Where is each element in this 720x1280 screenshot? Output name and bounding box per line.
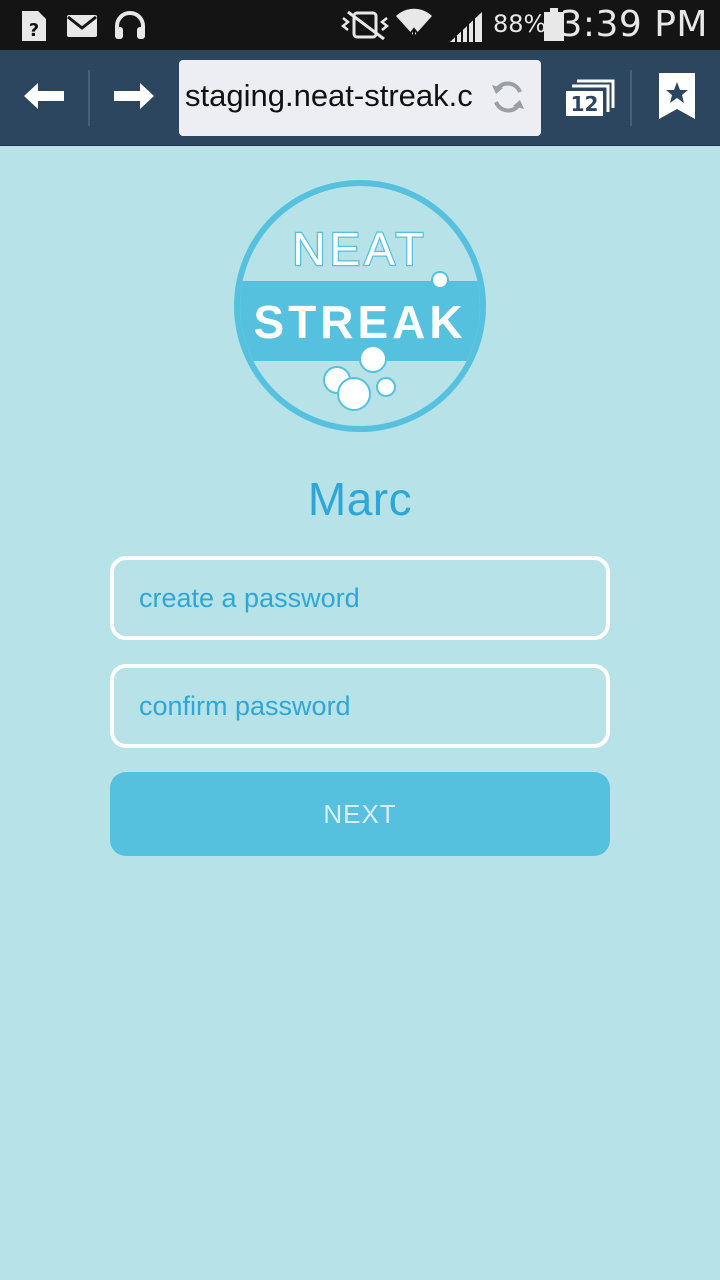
logo-line2: STREAK — [253, 296, 466, 348]
logo-line1: NEAT — [292, 223, 427, 275]
confirm-password-field — [110, 664, 610, 748]
svg-text:?: ? — [29, 20, 39, 41]
create-password-field — [110, 556, 610, 640]
unknown-sim-icon: ? — [20, 9, 48, 47]
tabs-icon: 12 — [563, 78, 615, 118]
bookmark-star-icon — [657, 71, 697, 125]
toolbar-divider — [630, 70, 632, 126]
user-name-heading: Marc — [307, 473, 413, 525]
headphones-icon — [113, 10, 147, 44]
status-bar: ? 88% 3:39 PM — [0, 0, 720, 50]
browser-toolbar: staging.neat-streak.c 12 — [0, 50, 720, 146]
tabs-button[interactable]: 12 — [552, 50, 626, 146]
address-bar[interactable]: staging.neat-streak.c — [179, 60, 541, 136]
battery-percent: 88% — [493, 10, 547, 38]
next-button[interactable]: NEXT — [110, 772, 610, 856]
confirm-password-input[interactable] — [114, 668, 606, 744]
back-button[interactable] — [0, 50, 88, 146]
signal-icon — [448, 10, 484, 48]
wifi-icon — [394, 6, 434, 48]
create-password-input[interactable] — [114, 560, 606, 636]
forward-button[interactable] — [90, 50, 178, 146]
vibrate-mute-icon — [340, 10, 390, 44]
tabs-count: 12 — [570, 92, 599, 116]
url-text: staging.neat-streak.c — [185, 78, 473, 113]
arrow-right-icon — [112, 81, 156, 115]
neat-streak-logo: NEAT STREAK — [232, 178, 488, 434]
refresh-icon[interactable] — [489, 78, 527, 120]
mail-icon — [66, 14, 98, 42]
bookmark-button[interactable] — [634, 50, 720, 146]
arrow-left-icon — [22, 81, 66, 115]
status-clock: 3:39 PM — [559, 4, 708, 45]
